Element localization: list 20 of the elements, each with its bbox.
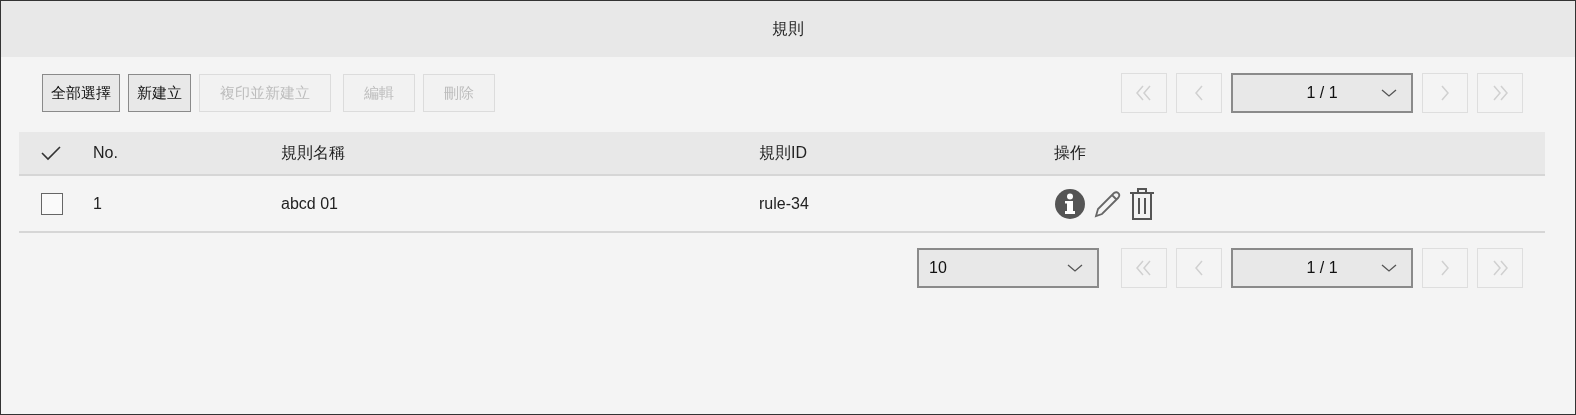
window-title: 規則 — [772, 18, 804, 39]
caret-icon — [1381, 263, 1397, 273]
page-select[interactable]: 1 / 1 — [1231, 248, 1413, 288]
column-header: 規則名稱 — [281, 142, 346, 163]
page-select[interactable]: 1 / 1 — [1231, 73, 1413, 113]
toolbar-button[interactable]: 全部選擇 — [42, 74, 120, 112]
column-header: 規則ID — [759, 142, 808, 163]
caret-icon — [1381, 88, 1397, 98]
trash-icon[interactable] — [1128, 186, 1156, 221]
page-size-select[interactable]: 10 — [917, 248, 1099, 288]
check-icon[interactable] — [41, 145, 61, 161]
toolbar-button[interactable]: 新建立 — [128, 74, 191, 112]
row-checkbox[interactable] — [41, 192, 63, 215]
caret-icon — [1067, 263, 1083, 273]
info-icon[interactable] — [1054, 187, 1086, 220]
table-cell-text: rule-34 — [759, 194, 810, 213]
column-header: 操作 — [1054, 142, 1087, 163]
table-cell-text: abcd 01 — [281, 194, 339, 213]
table-cell-text: 1 — [93, 194, 103, 213]
column-header: No. — [93, 144, 119, 162]
